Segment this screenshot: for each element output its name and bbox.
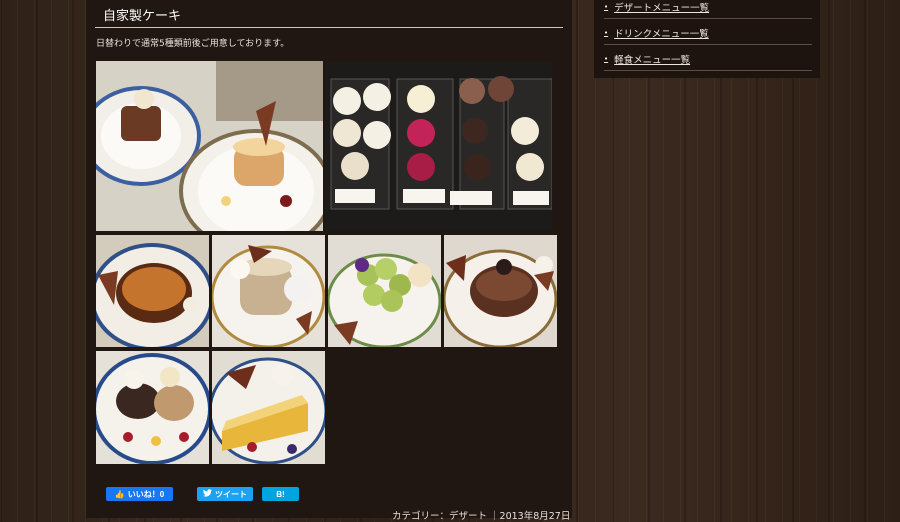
cheesecake-photo[interactable] (212, 235, 325, 347)
bullet-icon: • (604, 3, 609, 11)
fruit-tart-photo[interactable] (328, 235, 441, 347)
hatena-bookmark-button[interactable]: B! (262, 487, 299, 501)
sidebar-item-label: ドリンクメニュー一覧 (614, 29, 709, 40)
plated-cakes-photo[interactable] (96, 61, 323, 231)
title-divider (95, 27, 563, 28)
post-meta: カテゴリー：デザート ｜2013年8月27日 (392, 511, 571, 522)
chocolate-cake-photo[interactable] (444, 235, 557, 347)
sidebar-item-label: デザートメニュー一覧 (614, 3, 710, 14)
sidebar-item-dessert-menu[interactable]: • デザートメニュー一覧 (604, 0, 812, 19)
sidebar-item-drink-menu[interactable]: • ドリンクメニュー一覧 (604, 22, 812, 45)
section-title: 自家製ケーキ (103, 9, 182, 24)
sidebar-item-light-meal-menu[interactable]: • 軽食メニュー一覧 (604, 48, 812, 71)
like-label: いいね！0 (127, 489, 165, 499)
fruit-cake-slice-photo[interactable] (212, 351, 325, 464)
tweet-label: ツイート (215, 489, 247, 499)
bullet-icon: • (604, 29, 609, 37)
hatena-label: B! (276, 489, 285, 499)
twitter-bird-icon (203, 489, 212, 499)
cake-showcase-photo[interactable] (325, 61, 552, 231)
dessert-plate-photo[interactable] (96, 351, 209, 464)
thumbs-up-icon: 👍 (114, 489, 125, 499)
bullet-icon: • (604, 55, 609, 63)
section-description: 日替わりで通常5種類前後ご用意しております。 (96, 39, 290, 49)
facebook-like-button[interactable]: 👍 いいね！0 (106, 487, 173, 501)
creme-brulee-photo[interactable] (96, 235, 209, 347)
sidebar-item-label: 軽食メニュー一覧 (614, 55, 691, 66)
tweet-button[interactable]: ツイート (197, 487, 253, 501)
